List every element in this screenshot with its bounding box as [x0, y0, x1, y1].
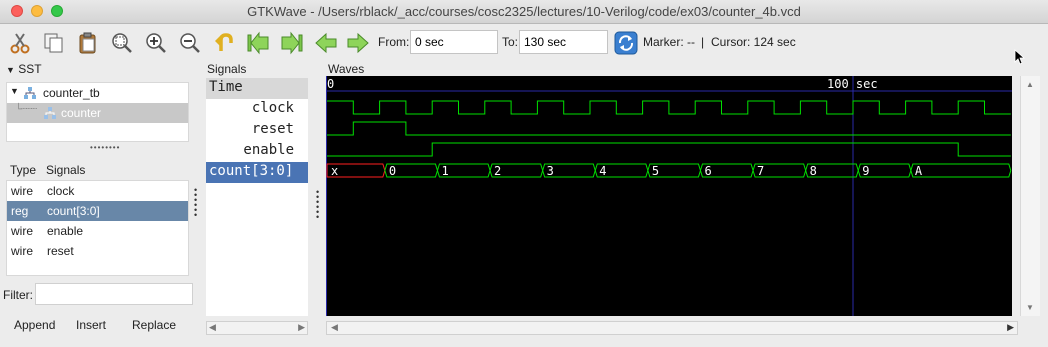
separator: | — [701, 35, 705, 49]
tree-item-counter-tb[interactable]: ▼ counter_tb — [7, 83, 188, 103]
prev-icon[interactable] — [314, 31, 338, 55]
filter-input[interactable] — [35, 283, 193, 305]
to-time-input[interactable] — [519, 30, 608, 54]
append-button[interactable]: Append — [14, 318, 55, 332]
time-row[interactable]: Time — [206, 78, 308, 99]
list-item[interactable]: wire enable — [7, 221, 188, 241]
time-tick-label: 100 sec — [827, 77, 878, 91]
reset-waveform — [327, 121, 1011, 136]
toolbar: From: To: Marker: -- | Cursor: 124 sec — [0, 25, 1048, 65]
tree-connector: └┈┈┈ — [15, 104, 37, 115]
signal-list-header: Type Signals — [6, 162, 189, 180]
time-tick-label: 0 — [327, 77, 334, 91]
count-value-label: 4 — [599, 164, 606, 178]
count-value-label: 3 — [547, 164, 554, 178]
signal-row-count[interactable]: count[3:0] — [206, 162, 308, 183]
from-time-input[interactable] — [410, 30, 498, 54]
list-item[interactable]: reg count[3:0] — [7, 201, 188, 221]
count-value-label: 2 — [494, 164, 501, 178]
count-value-label: 8 — [810, 164, 817, 178]
expand-triangle-icon[interactable]: ▼ — [10, 86, 19, 96]
title-bar: GTKWave - /Users/rblack/_acc/courses/cos… — [0, 0, 1048, 24]
enable-waveform — [327, 142, 1011, 157]
hierarchy-tree: ▼ counter_tb └┈┈┈ counter — [6, 82, 189, 142]
waves-vertical-scrollbar[interactable]: ▲ ▼ — [1020, 76, 1040, 316]
module-icon — [44, 107, 56, 119]
insert-button[interactable]: Insert — [76, 318, 106, 332]
tree-item-label: counter — [61, 106, 102, 120]
reload-icon[interactable] — [614, 31, 638, 55]
signal-row-reset[interactable]: reset — [206, 120, 308, 141]
tree-item-counter[interactable]: └┈┈┈ counter — [7, 103, 188, 123]
scroll-right-icon[interactable]: ▶ — [298, 322, 305, 333]
scroll-up-icon[interactable]: ▲ — [1026, 80, 1034, 89]
signal-row-clock[interactable]: clock — [206, 99, 308, 120]
filter-label: Filter: — [3, 288, 33, 302]
count-value-label: 1 — [441, 164, 448, 178]
list-item[interactable]: wire reset — [7, 241, 188, 261]
signals-header: Signals — [207, 62, 247, 76]
count-value-label: A — [915, 164, 923, 178]
count-bus-segment — [910, 163, 1012, 178]
waves-horizontal-scrollbar[interactable]: ◀ ▶ — [326, 321, 1018, 335]
pane-splitter-handle[interactable]: •••••••• — [90, 144, 120, 152]
last-icon[interactable] — [280, 31, 304, 55]
type-column-header[interactable]: Type — [10, 163, 36, 177]
next-icon[interactable] — [346, 31, 370, 55]
undo-icon[interactable] — [212, 31, 236, 55]
replace-button[interactable]: Replace — [132, 318, 176, 332]
signals-column-header[interactable]: Signals — [46, 163, 85, 177]
cut-icon[interactable] — [8, 31, 32, 55]
signals-horizontal-scrollbar[interactable]: ◀ ▶ — [206, 321, 308, 335]
copy-icon[interactable] — [42, 31, 66, 55]
scroll-right-icon[interactable]: ▶ — [1007, 322, 1014, 333]
signals-pane: Time clock reset enable count[3:0] — [206, 78, 308, 316]
waveform-display[interactable]: 0 100 sec x 0 1 2 3 4 5 6 7 8 9 A — [325, 76, 1012, 316]
paste-icon[interactable] — [76, 31, 100, 55]
zoom-fit-icon[interactable] — [110, 31, 134, 55]
marker-readout: Marker: -- — [643, 35, 695, 49]
from-label: From: — [378, 35, 410, 49]
count-value-label: 0 — [389, 164, 396, 178]
cursor-readout: Cursor: 124 sec — [711, 35, 796, 49]
sst-header[interactable]: ▼ SST — [6, 62, 42, 76]
pane-splitter-handle[interactable]: • • • • • • — [316, 188, 322, 222]
count-value-label: 5 — [652, 164, 659, 178]
signal-row-enable[interactable]: enable — [206, 141, 308, 162]
mouse-pointer-icon — [1014, 49, 1026, 65]
window-title: GTKWave - /Users/rblack/_acc/courses/cos… — [247, 4, 801, 19]
scroll-down-icon[interactable]: ▼ — [1026, 303, 1034, 312]
waveform-canvas[interactable]: 0 100 sec x 0 1 2 3 4 5 6 7 8 9 A — [325, 76, 1012, 316]
waves-header: Waves — [328, 62, 365, 76]
count-value-label: 9 — [862, 164, 869, 178]
count-value-label: x — [331, 164, 338, 178]
tree-item-label: counter_tb — [43, 86, 100, 100]
scroll-left-icon[interactable]: ◀ — [331, 322, 338, 333]
collapse-triangle-icon[interactable]: ▼ — [6, 65, 15, 75]
count-value-label: 6 — [704, 164, 711, 178]
pane-splitter-handle[interactable]: • • • • • • — [194, 186, 200, 220]
zoom-out-icon[interactable] — [178, 31, 202, 55]
to-label: To: — [502, 35, 519, 49]
count-value-label: 7 — [757, 164, 764, 178]
module-icon — [24, 87, 36, 99]
clock-waveform — [327, 100, 1011, 115]
scroll-left-icon[interactable]: ◀ — [209, 322, 216, 333]
zoom-in-icon[interactable] — [144, 31, 168, 55]
list-item[interactable]: wire clock — [7, 181, 188, 201]
first-icon[interactable] — [246, 31, 270, 55]
signal-list: wire clock reg count[3:0] wire enable wi… — [6, 180, 189, 276]
